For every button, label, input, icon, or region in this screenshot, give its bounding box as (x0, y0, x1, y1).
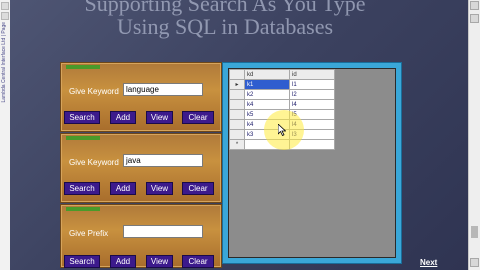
mouse-cursor-icon (278, 124, 286, 136)
toolbar-button-second[interactable] (1, 12, 9, 20)
view-button[interactable]: View (146, 111, 173, 124)
table-cell[interactable]: k4 (244, 99, 290, 110)
table-row[interactable]: ▸ k1 l1 (229, 79, 335, 90)
row-header[interactable] (229, 119, 245, 130)
panel-caption-bar (66, 207, 100, 211)
search-button[interactable]: Search (64, 111, 100, 124)
panel-caption-bar (66, 136, 100, 140)
table-cell[interactable]: k2 (244, 89, 290, 100)
panel-caption-bar (66, 65, 100, 69)
scroll-down-icon[interactable] (470, 258, 479, 267)
table-cell[interactable]: l2 (289, 89, 335, 100)
table-row[interactable]: k2 l2 (229, 89, 335, 100)
keyword-input[interactable]: java (123, 154, 203, 167)
keyword-label: Give Keyword (69, 158, 119, 167)
datagrid-header-row: kd id (229, 69, 335, 80)
search-button[interactable]: Search (64, 182, 100, 195)
row-header-corner (229, 69, 245, 80)
slide-title: Supporting Search As You Type Using SQL … (60, 0, 390, 38)
toolbar-button-top[interactable] (1, 2, 9, 10)
prefix-label: Give Prefix (69, 229, 109, 238)
add-button[interactable]: Add (110, 182, 136, 195)
view-button[interactable]: View (146, 255, 173, 268)
prefix-input[interactable] (123, 225, 203, 238)
table-row[interactable]: k4 l4 (229, 99, 335, 110)
scrollbar-thumb[interactable] (471, 226, 478, 238)
column-header-kd[interactable]: kd (244, 69, 290, 80)
view-button[interactable]: View (146, 182, 173, 195)
scroll-up-secondary-icon[interactable] (470, 14, 479, 23)
table-cell[interactable]: k1 (244, 79, 290, 90)
slide-title-line-2: Using SQL in Databases (116, 14, 334, 39)
search-button[interactable]: Search (64, 255, 100, 268)
clear-button[interactable]: Clear (182, 182, 214, 195)
table-cell[interactable]: l4 (289, 99, 335, 110)
row-header[interactable] (229, 99, 245, 110)
slide-title-line-1: Supporting Search As You Type (84, 0, 366, 16)
keyword-label: Give Keyword (69, 87, 119, 96)
row-selector-icon[interactable]: ▸ (229, 79, 245, 90)
prefix-panel: Give Prefix Search Add View Clear (60, 204, 222, 268)
next-link[interactable]: Next (420, 258, 437, 267)
add-button[interactable]: Add (110, 255, 136, 268)
vertical-scrollbar[interactable] (468, 0, 480, 270)
clear-button[interactable]: Clear (182, 111, 214, 124)
scroll-up-icon[interactable] (470, 1, 479, 10)
column-header-id[interactable]: id (289, 69, 335, 80)
keyword-panel-2: Give Keyword java Search Add View Clear (60, 133, 222, 203)
row-header[interactable] (229, 109, 245, 120)
row-header[interactable] (229, 129, 245, 140)
datagrid-frame: kd id ▸ k1 l1 k2 l2 k4 l4 k5 k4 k3 * (222, 62, 402, 264)
row-header[interactable] (229, 89, 245, 100)
toolbar-side-text: Lambda Central Interface Ltd | Page (1, 22, 7, 103)
add-button[interactable]: Add (110, 111, 136, 124)
table-cell[interactable]: l1 (289, 79, 335, 90)
clear-button[interactable]: Clear (182, 255, 214, 268)
keyword-input[interactable]: language (123, 83, 203, 96)
keyword-panel-1: Give Keyword language Search Add View Cl… (60, 62, 222, 132)
datagrid[interactable]: kd id ▸ k1 l1 k2 l2 k4 l4 k5 k4 k3 * (228, 68, 396, 258)
new-row-marker-icon[interactable]: * (229, 139, 245, 150)
